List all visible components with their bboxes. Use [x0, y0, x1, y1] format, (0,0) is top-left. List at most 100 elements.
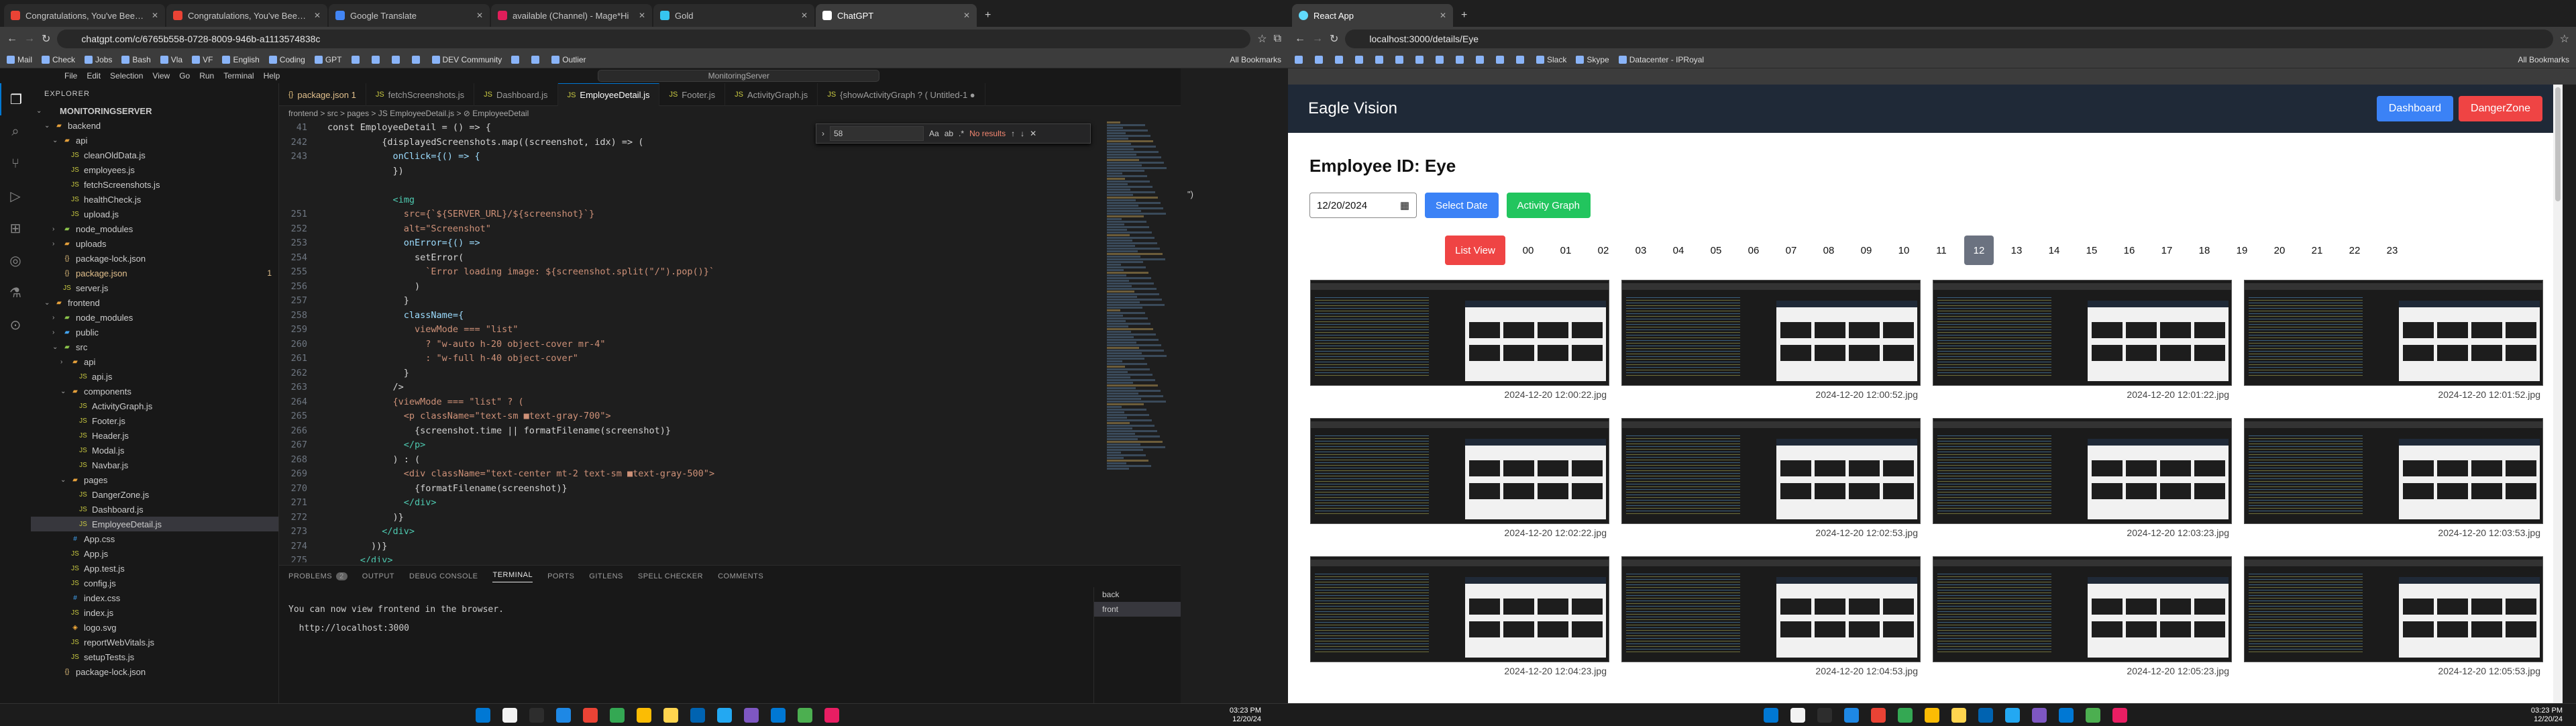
- taskbar-app-icon[interactable]: [1978, 708, 1993, 723]
- screenshot-thumbnail[interactable]: [1310, 556, 1609, 662]
- hour-button[interactable]: 22: [2340, 236, 2369, 265]
- screenshot-thumbnail[interactable]: [2244, 280, 2543, 386]
- taskbar-app-icon[interactable]: [2059, 708, 2074, 723]
- date-input[interactable]: 12/20/2024 ▦: [1309, 193, 1417, 218]
- taskbar-app-icon[interactable]: [583, 708, 598, 723]
- taskbar-app-icon[interactable]: [2032, 708, 2047, 723]
- taskbar-app-icon[interactable]: [663, 708, 678, 723]
- terminal-instance[interactable]: front: [1094, 602, 1181, 617]
- browser-tab[interactable]: available (Channel) - Mage*Hi ✕: [491, 4, 652, 27]
- hour-button[interactable]: 16: [2114, 236, 2144, 265]
- tree-item[interactable]: ⌄ ▰ api: [31, 133, 278, 148]
- dangerzone-button[interactable]: DangerZone: [2459, 96, 2542, 121]
- bookmark-item[interactable]: DEV Community: [431, 55, 502, 64]
- taskbar-app-icon[interactable]: [1790, 708, 1805, 723]
- bookmark-item[interactable]: [1476, 55, 1487, 64]
- browser-tab[interactable]: Congratulations, You've Been R ✕: [166, 4, 327, 27]
- hour-button[interactable]: 19: [2227, 236, 2257, 265]
- tree-item[interactable]: JS App.js: [31, 546, 278, 561]
- menu-item[interactable]: View: [152, 71, 170, 81]
- tree-item[interactable]: JS fetchScreenshots.js: [31, 177, 278, 192]
- editor-tab[interactable]: JS ActivityGraph.js: [725, 83, 818, 106]
- panel-tab[interactable]: TERMINAL: [492, 571, 533, 582]
- tree-item[interactable]: ⌄ ▰ pages: [31, 472, 278, 487]
- activity-graph-button[interactable]: Activity Graph: [1506, 193, 1591, 218]
- panel-tab[interactable]: PORTS: [547, 572, 574, 580]
- bookmark-item[interactable]: [411, 55, 423, 64]
- tree-item[interactable]: {} package.json 1: [31, 266, 278, 280]
- screenshot-card[interactable]: 2024-12-20 12:02:53.jpg: [1621, 418, 1921, 541]
- tree-item[interactable]: JS ActivityGraph.js: [31, 399, 278, 413]
- taskbar-app-icon[interactable]: [637, 708, 651, 723]
- tree-item[interactable]: ⌄ ▰ src: [31, 340, 278, 354]
- tree-item[interactable]: JS Footer.js: [31, 413, 278, 428]
- taskbar-app-icon[interactable]: [1817, 708, 1832, 723]
- taskbar-app-icon[interactable]: [1764, 708, 1778, 723]
- taskbar-app-icon[interactable]: [610, 708, 625, 723]
- close-tab-icon[interactable]: ✕: [639, 11, 645, 20]
- forward-icon[interactable]: →: [24, 33, 35, 45]
- prev-match-icon[interactable]: ↑: [1011, 129, 1015, 138]
- bookmark-item[interactable]: [1335, 55, 1346, 64]
- panel-tab[interactable]: SPELL CHECKER: [638, 572, 703, 580]
- screenshot-thumbnail[interactable]: [1621, 556, 1921, 662]
- bookmark-item[interactable]: Check: [42, 55, 75, 64]
- back-icon[interactable]: ←: [1295, 33, 1305, 45]
- screenshot-card[interactable]: 2024-12-20 12:03:53.jpg: [2244, 418, 2543, 541]
- hour-button[interactable]: 02: [1589, 236, 1618, 265]
- bookmark-item[interactable]: [391, 55, 402, 64]
- source-control-icon[interactable]: ⑂: [0, 148, 31, 180]
- hour-button[interactable]: 20: [2265, 236, 2294, 265]
- taskbar-app-icon[interactable]: [1898, 708, 1913, 723]
- bookmark-item[interactable]: [1295, 55, 1305, 64]
- taskbar-app-icon[interactable]: [502, 708, 517, 723]
- bookmark-item[interactable]: [1496, 55, 1507, 64]
- bookmark-item[interactable]: GPT: [314, 55, 342, 64]
- tree-item[interactable]: › ▰ uploads: [31, 236, 278, 251]
- forward-icon[interactable]: →: [1312, 33, 1323, 45]
- close-tab-icon[interactable]: ✕: [152, 11, 158, 20]
- taskbar-app-icon[interactable]: [2112, 708, 2127, 723]
- bookmark-item[interactable]: [371, 55, 382, 64]
- editor-tab[interactable]: JS Footer.js: [659, 83, 726, 106]
- hour-button[interactable]: 03: [1626, 236, 1656, 265]
- remote-icon[interactable]: ⊙: [0, 309, 31, 341]
- editor-tab[interactable]: JS EmployeeDetail.js: [557, 83, 660, 106]
- panel-tab[interactable]: OUTPUT: [362, 572, 394, 580]
- editor-tab[interactable]: JS Dashboard.js: [474, 83, 558, 106]
- bookmark-item[interactable]: Slack: [1536, 55, 1566, 64]
- bookmark-item[interactable]: Jobs: [85, 55, 112, 64]
- screenshot-card[interactable]: 2024-12-20 12:05:53.jpg: [2244, 556, 2543, 680]
- screenshot-thumbnail[interactable]: [1621, 418, 1921, 524]
- tree-item[interactable]: # App.css: [31, 531, 278, 546]
- new-tab-icon[interactable]: +: [978, 9, 998, 27]
- command-center[interactable]: MonitoringServer: [598, 70, 880, 82]
- screenshot-thumbnail[interactable]: [1310, 280, 1609, 386]
- screenshot-thumbnail[interactable]: [2244, 418, 2543, 524]
- tree-item[interactable]: JS index.js: [31, 605, 278, 620]
- terminal-instance[interactable]: back: [1094, 587, 1181, 602]
- screenshot-thumbnail[interactable]: [1933, 280, 2232, 386]
- close-find-icon[interactable]: ✕: [1030, 129, 1036, 138]
- panel-tab[interactable]: DEBUG CONSOLE: [409, 572, 478, 580]
- taskbar-app-icon[interactable]: [529, 708, 544, 723]
- bookmark-item[interactable]: [1315, 55, 1326, 64]
- new-tab-icon[interactable]: +: [1454, 9, 1474, 27]
- hour-button[interactable]: 18: [2190, 236, 2219, 265]
- taskbar-app-icon[interactable]: [824, 708, 839, 723]
- bookmark-item[interactable]: Vla: [160, 55, 182, 64]
- tree-item[interactable]: JS App.test.js: [31, 561, 278, 576]
- screenshot-card[interactable]: 2024-12-20 12:00:22.jpg: [1310, 280, 1609, 403]
- screenshot-thumbnail[interactable]: [1621, 280, 1921, 386]
- bookmark-item[interactable]: [1436, 55, 1446, 64]
- bookmark-item[interactable]: [511, 55, 522, 64]
- run-debug-icon[interactable]: ▷: [0, 180, 31, 212]
- hour-button[interactable]: 11: [1927, 236, 1956, 265]
- star-icon[interactable]: ☆: [1257, 32, 1267, 46]
- hour-button[interactable]: 13: [2002, 236, 2031, 265]
- hour-button[interactable]: 07: [1776, 236, 1806, 265]
- app-logo[interactable]: Eagle Vision: [1308, 99, 1397, 118]
- menu-item[interactable]: Help: [264, 71, 280, 81]
- bookmark-item[interactable]: [1375, 55, 1386, 64]
- menu-item[interactable]: Go: [179, 71, 190, 81]
